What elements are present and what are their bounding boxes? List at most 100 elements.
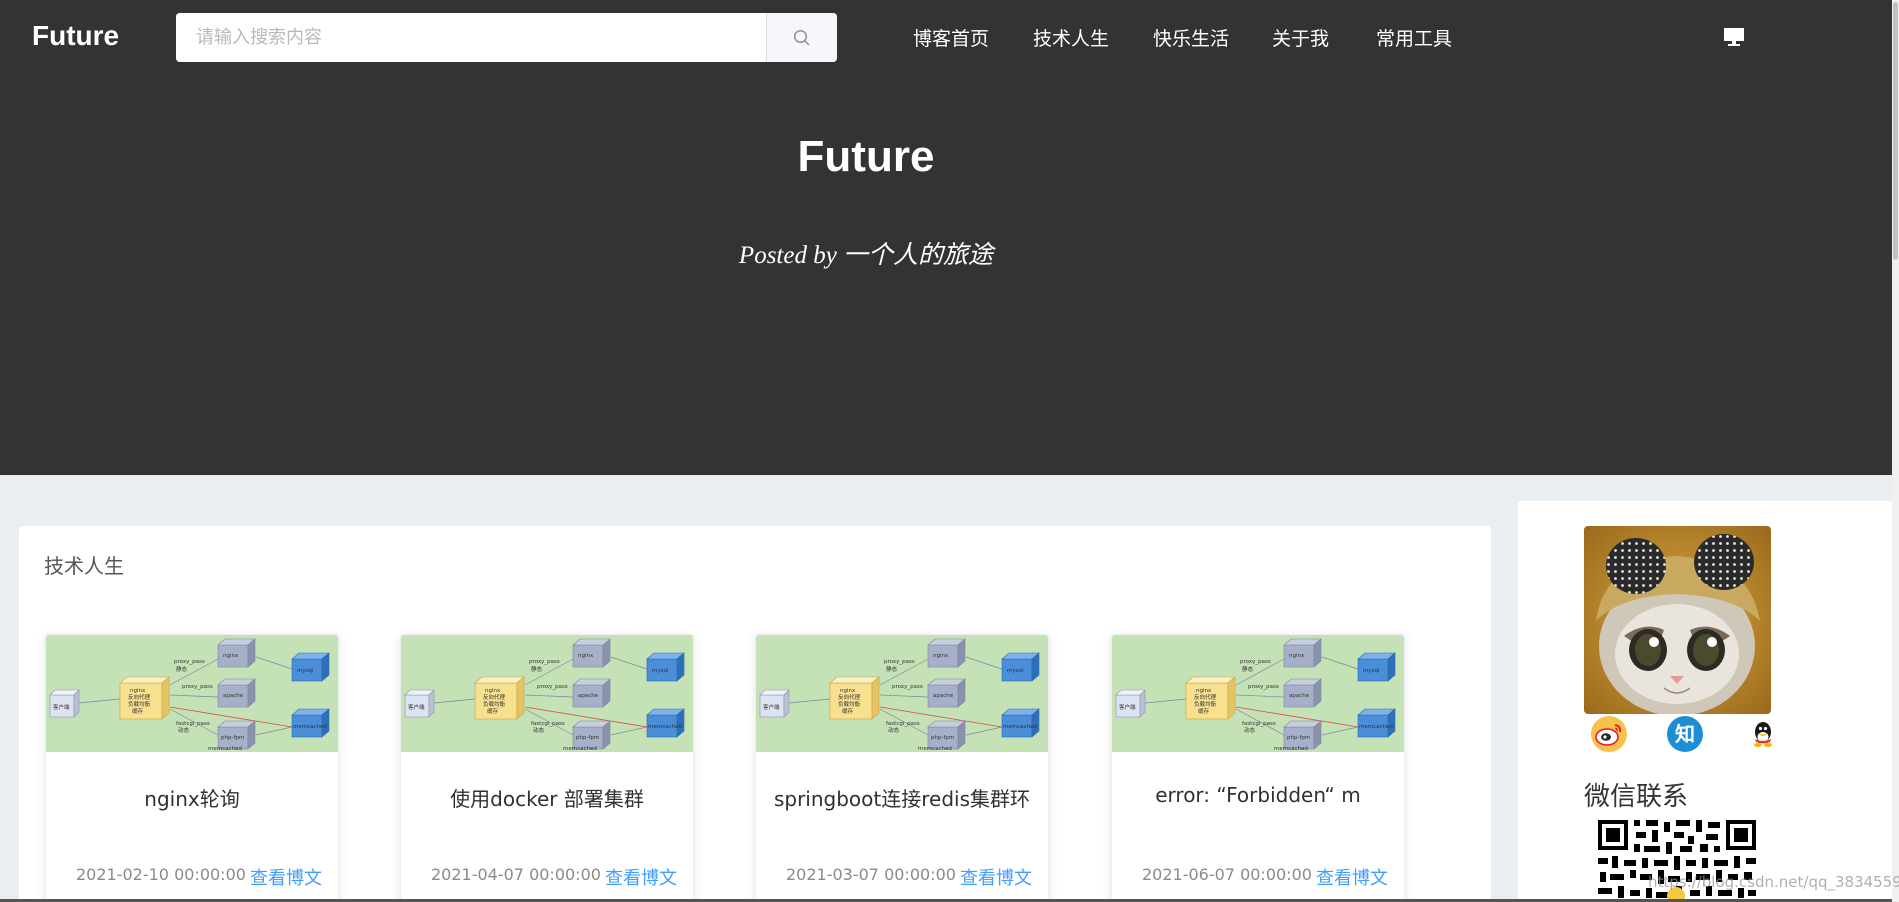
author-sidebar: 知 微信联系 <box>1518 501 1892 902</box>
svg-text:nginx: nginx <box>130 688 146 694</box>
svg-text:proxy_pass: proxy_pass <box>174 659 205 665</box>
hero-banner: Future 博客首页 技术人生 快乐生活 关于我 常用工具 Future Po… <box>0 0 1892 475</box>
svg-text:proxy_pass: proxy_pass <box>884 659 915 665</box>
svg-text:php-fpm: php-fpm <box>1287 735 1310 741</box>
post-title[interactable]: 使用docker 部署集群 <box>409 783 685 812</box>
svg-text:memcached: memcached <box>1274 746 1308 752</box>
svg-text:反向代理: 反向代理 <box>483 693 506 701</box>
svg-text:fastcgi_pass: fastcgi_pass <box>1242 721 1276 727</box>
svg-text:客户端: 客户端 <box>763 703 780 711</box>
post-date: 2021-04-07 00:00:00 <box>431 865 601 884</box>
search-icon <box>793 29 810 46</box>
post-date: 2021-06-07 00:00:00 <box>1142 865 1312 884</box>
post-thumbnail: 客户端 nginx 反向代理 负载均衡 缓存 proxy_pass 静态 pro… <box>46 635 338 752</box>
svg-text:nginx: nginx <box>840 688 856 694</box>
svg-text:静态: 静态 <box>176 665 188 673</box>
post-date: 2021-03-07 00:00:00 <box>786 865 956 884</box>
svg-text:静态: 静态 <box>1242 665 1254 673</box>
svg-text:php-fpm: php-fpm <box>576 735 599 741</box>
post-title[interactable]: springboot连接redis集群环 <box>764 783 1040 812</box>
svg-text:客户端: 客户端 <box>408 703 425 711</box>
svg-text:apache: apache <box>578 693 599 699</box>
svg-text:负载均衡: 负载均衡 <box>1194 700 1217 708</box>
post-card[interactable]: 客户端 nginx 反向代理 负载均衡 缓存 proxy_pass 静态 pro… <box>400 634 694 902</box>
svg-text:动态: 动态 <box>1244 726 1256 734</box>
hero-title: Future <box>797 132 935 181</box>
post-thumbnail: 客户端 nginx 反向代理 负载均衡 缓存 proxy_pass 静态 pro… <box>1112 635 1404 752</box>
post-title[interactable]: error: “Forbidden“ m <box>1120 783 1396 807</box>
scrollbar-thumb[interactable] <box>1893 2 1898 260</box>
svg-text:apache: apache <box>1289 693 1310 699</box>
svg-text:缓存: 缓存 <box>1198 707 1210 715</box>
svg-text:php-fpm: php-fpm <box>931 735 954 741</box>
svg-text:memcached: memcached <box>1359 724 1393 730</box>
svg-text:负载均衡: 负载均衡 <box>838 700 861 708</box>
svg-text:反向代理: 反向代理 <box>128 693 151 701</box>
svg-text:负载均衡: 负载均衡 <box>483 700 506 708</box>
svg-text:nginx: nginx <box>1289 653 1305 659</box>
svg-text:nginx: nginx <box>933 653 949 659</box>
monitor-icon[interactable] <box>1723 27 1745 47</box>
post-card[interactable]: 客户端 nginx 反向代理 负载均衡 缓存 proxy_pass 静态 pro… <box>1111 634 1405 902</box>
svg-text:负载均衡: 负载均衡 <box>128 700 151 708</box>
wechat-contact-title: 微信联系 <box>1584 782 1689 812</box>
svg-text:mysql: mysql <box>1007 668 1024 674</box>
svg-text:nginx: nginx <box>223 653 239 659</box>
avatar <box>1584 526 1771 714</box>
svg-text:mysql: mysql <box>1363 668 1380 674</box>
weibo-icon[interactable] <box>1590 715 1628 753</box>
svg-text:memcached: memcached <box>208 746 242 752</box>
nav-item-about[interactable]: 关于我 <box>1272 24 1329 51</box>
svg-text:反向代理: 反向代理 <box>838 693 861 701</box>
svg-text:客户端: 客户端 <box>1119 703 1136 711</box>
watermark-text: https://blog.csdn.net/qq_38345598 <box>1648 873 1899 891</box>
nav-item-tools[interactable]: 常用工具 <box>1376 24 1452 51</box>
svg-text:proxy_pass: proxy_pass <box>529 659 560 665</box>
svg-text:缓存: 缓存 <box>842 707 854 715</box>
nav-item-tech[interactable]: 技术人生 <box>1033 24 1109 51</box>
svg-text:动态: 动态 <box>533 726 545 734</box>
post-title[interactable]: nginx轮询 <box>54 783 330 812</box>
svg-text:memcached: memcached <box>918 746 952 752</box>
search-input[interactable] <box>176 13 766 62</box>
nav-item-home[interactable]: 博客首页 <box>913 24 989 51</box>
svg-text:memcached: memcached <box>563 746 597 752</box>
post-thumbnail: 客户端 nginx 反向代理 负载均衡 缓存 proxy_pass 静态 pro… <box>401 635 693 752</box>
section-title: 技术人生 <box>44 554 124 578</box>
svg-text:proxy_pass: proxy_pass <box>182 684 213 690</box>
svg-text:apache: apache <box>933 693 954 699</box>
svg-text:memcached: memcached <box>1003 724 1037 730</box>
search-bar <box>176 13 837 62</box>
svg-text:nginx: nginx <box>578 653 594 659</box>
svg-text:proxy_pass: proxy_pass <box>1240 659 1271 665</box>
page-scrollbar[interactable] <box>1892 0 1899 902</box>
svg-text:fastcgi_pass: fastcgi_pass <box>531 721 565 727</box>
category-card: 技术人生 客户端 nginx 反向代理 负载均衡 缓存 proxy_pass 静… <box>19 526 1491 902</box>
svg-text:proxy_pass: proxy_pass <box>892 684 923 690</box>
svg-text:静态: 静态 <box>531 665 543 673</box>
svg-text:apache: apache <box>223 693 244 699</box>
view-post-link[interactable]: 查看博文 <box>960 864 1032 890</box>
zhihu-icon[interactable]: 知 <box>1666 715 1704 753</box>
nav-item-life[interactable]: 快乐生活 <box>1153 24 1229 51</box>
svg-text:nginx: nginx <box>1196 688 1212 694</box>
svg-text:memcached: memcached <box>648 724 682 730</box>
view-post-link[interactable]: 查看博文 <box>250 864 322 890</box>
view-post-link[interactable]: 查看博文 <box>1316 864 1388 890</box>
qq-icon[interactable] <box>1744 715 1782 753</box>
svg-text:php-fpm: php-fpm <box>221 735 244 741</box>
svg-text:缓存: 缓存 <box>132 707 144 715</box>
svg-text:动态: 动态 <box>888 726 900 734</box>
site-logo[interactable]: Future <box>32 20 119 52</box>
svg-text:mysql: mysql <box>652 668 669 674</box>
post-card[interactable]: 客户端 nginx 反向代理 负载均衡 缓存 proxy_pass 静态 pro… <box>45 634 339 902</box>
search-button[interactable] <box>766 13 837 62</box>
svg-text:反向代理: 反向代理 <box>1194 693 1217 701</box>
view-post-link[interactable]: 查看博文 <box>605 864 677 890</box>
svg-text:动态: 动态 <box>178 726 190 734</box>
post-card[interactable]: 客户端 nginx 反向代理 负载均衡 缓存 proxy_pass 静态 pro… <box>755 634 1049 902</box>
svg-text:mysql: mysql <box>297 668 314 674</box>
hero-subtitle: Posted by 一个人的旅途 <box>738 242 994 269</box>
svg-text:proxy_pass: proxy_pass <box>537 684 568 690</box>
svg-text:客户端: 客户端 <box>53 703 70 711</box>
